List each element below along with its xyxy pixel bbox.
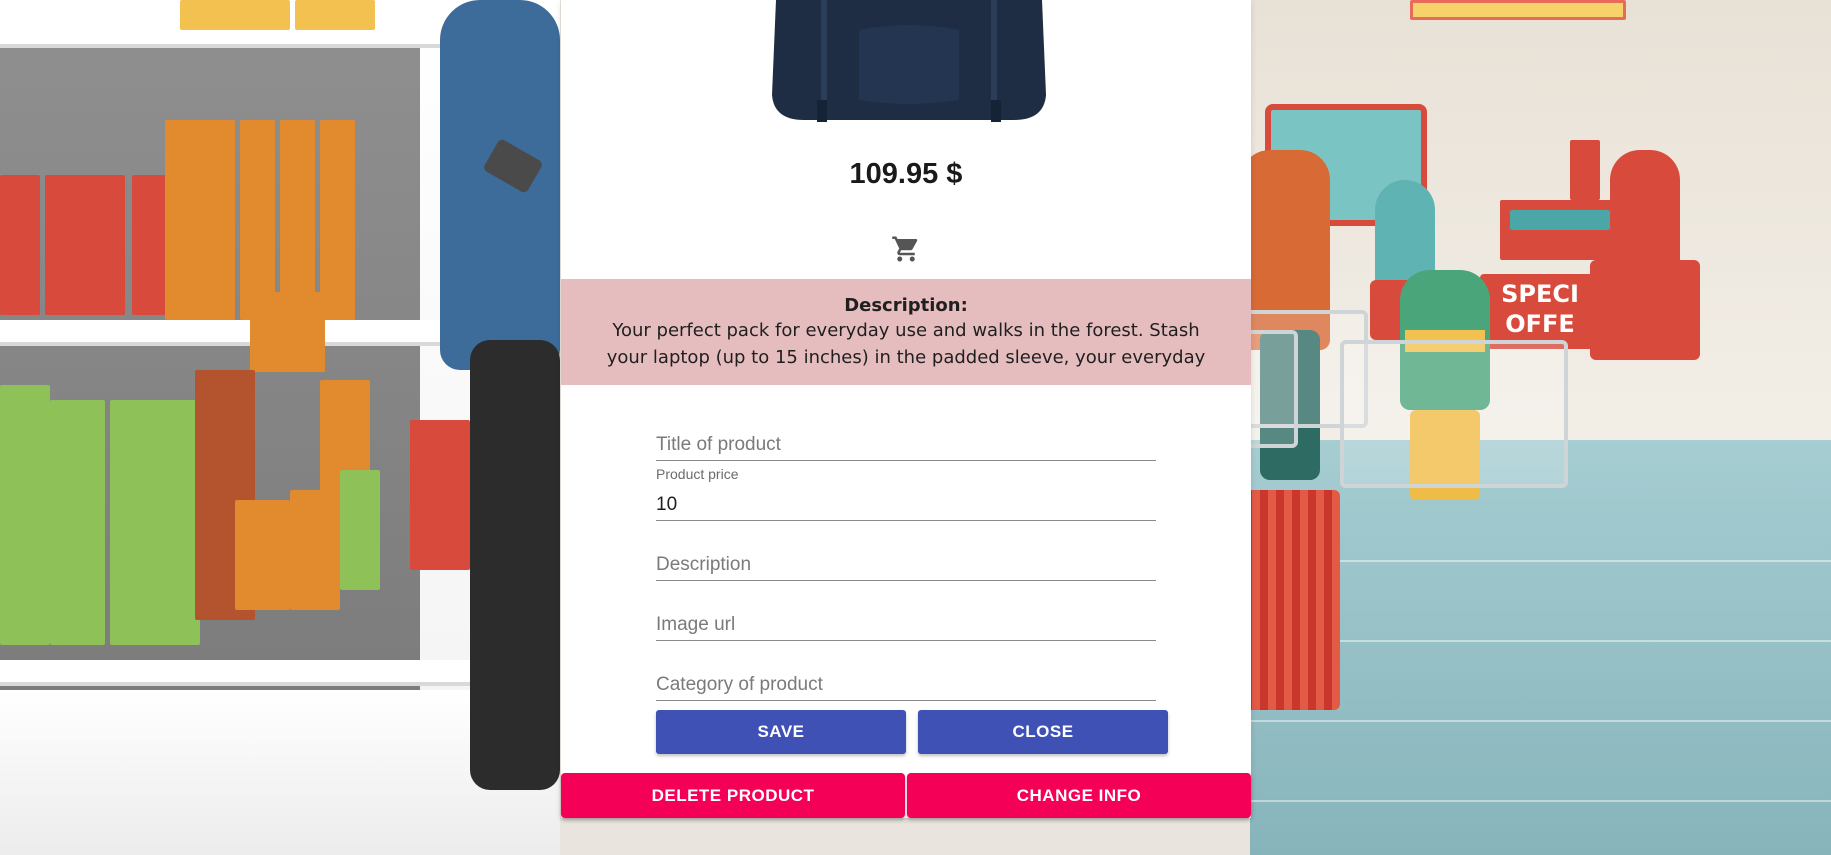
product-price: 109.95 $ (849, 158, 963, 190)
title-field (656, 420, 1156, 461)
close-button[interactable]: CLOSE (918, 710, 1168, 754)
store-scene-right: SPECI OFFE (1140, 0, 1831, 855)
description-text: Your perfect pack for everyday use and w… (606, 320, 1206, 368)
change-info-button[interactable]: CHANGE INFO (907, 773, 1251, 818)
product-image (772, 0, 1046, 122)
price-input[interactable] (656, 494, 1156, 516)
description-heading: Description: (844, 295, 968, 316)
image-url-field (656, 600, 1156, 641)
image-url-input[interactable] (656, 614, 1156, 636)
product-card: 109.95 $ Description: Your perfect pack … (561, 0, 1251, 818)
delete-product-button[interactable]: DELETE PRODUCT (561, 773, 905, 818)
store-shelves-left (0, 0, 560, 855)
price-field: Product price (656, 462, 1156, 521)
shopping-cart-icon[interactable] (891, 234, 921, 264)
save-button[interactable]: SAVE (656, 710, 906, 754)
category-input[interactable] (656, 674, 1156, 696)
title-input[interactable] (656, 434, 1156, 456)
description-input[interactable] (656, 554, 1156, 576)
description-field (656, 540, 1156, 581)
description-panel: Description: Your perfect pack for every… (561, 279, 1251, 385)
category-field (656, 660, 1156, 701)
price-label: Product price (656, 466, 739, 482)
